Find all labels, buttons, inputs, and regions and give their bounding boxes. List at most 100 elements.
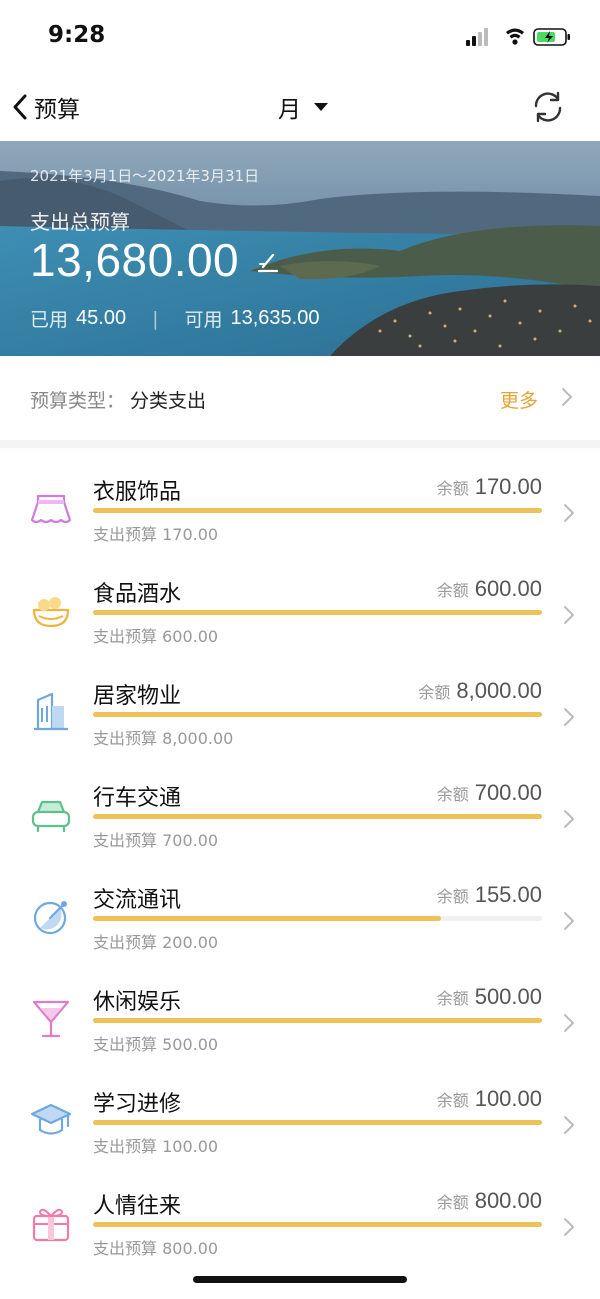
total-budget-label: 支出总预算 bbox=[30, 210, 130, 234]
budget-progress-bar bbox=[93, 508, 542, 513]
remaining-value: 100.00 bbox=[474, 1086, 542, 1111]
used-label: 已用 bbox=[30, 309, 69, 331]
category-name: 衣服饰品 bbox=[93, 480, 182, 505]
remaining-label: 余额 bbox=[436, 785, 469, 804]
available-label: 可用 bbox=[184, 309, 223, 331]
budget-progress-bar bbox=[93, 1222, 542, 1227]
budget-amount: 支出预算 200.00 bbox=[93, 933, 219, 952]
remaining-balance: 余额 700.00 bbox=[437, 780, 542, 806]
budget-summary-banner: 2021年3月1日～2021年3月31日 支出总预算 13,680.00 已用 … bbox=[0, 141, 600, 356]
category-name: 行车交通 bbox=[93, 786, 182, 811]
chevron-right-icon bbox=[562, 388, 572, 406]
list-item[interactable]: 学习进修 余额 100.00 支出预算 100.00 bbox=[0, 1060, 600, 1162]
chevron-right-icon bbox=[564, 810, 574, 828]
refresh-icon bbox=[534, 91, 562, 123]
list-item[interactable]: 交流通讯 余额 155.00 支出预算 200.00 bbox=[0, 856, 600, 958]
list-item[interactable]: 休闲娱乐 余额 500.00 支出预算 500.00 bbox=[0, 958, 600, 1060]
remaining-label: 余额 bbox=[436, 479, 469, 498]
list-item[interactable]: 行车交通 余额 700.00 支出预算 700.00 bbox=[0, 754, 600, 856]
building-icon bbox=[34, 692, 68, 731]
list-item[interactable]: 人情往来 余额 800.00 支出预算 800.00 bbox=[0, 1162, 600, 1264]
remaining-label: 余额 bbox=[436, 989, 469, 1008]
budget-progress-fill bbox=[93, 1222, 542, 1227]
category-name: 学习进修 bbox=[93, 1092, 182, 1117]
budget-amount: 支出预算 500.00 bbox=[93, 1035, 219, 1054]
remaining-balance: 余额 100.00 bbox=[437, 1086, 542, 1112]
remaining-value: 600.00 bbox=[474, 576, 542, 601]
graduation-cap-icon bbox=[30, 1103, 72, 1135]
remaining-balance: 余额 800.00 bbox=[437, 1188, 542, 1214]
gift-icon bbox=[32, 1208, 70, 1242]
budget-progress-fill bbox=[93, 814, 542, 819]
remaining-label: 余额 bbox=[436, 581, 469, 600]
chevron-left-icon bbox=[13, 94, 27, 120]
budget-type-row[interactable]: 预算类型： 分类支出 更多 bbox=[0, 356, 600, 440]
period-label: 月 bbox=[278, 97, 301, 123]
category-name: 交流通讯 bbox=[93, 888, 182, 913]
chevron-right-icon bbox=[564, 912, 574, 930]
budget-amount: 支出预算 800.00 bbox=[93, 1239, 219, 1258]
category-name: 休闲娱乐 bbox=[93, 990, 182, 1015]
remaining-value: 500.00 bbox=[474, 984, 542, 1009]
remaining-balance: 余额 8,000.00 bbox=[418, 678, 542, 704]
remaining-label: 余额 bbox=[436, 1091, 469, 1110]
remaining-value: 8,000.00 bbox=[456, 678, 542, 703]
signal-icon bbox=[466, 28, 488, 46]
refresh-button[interactable] bbox=[530, 89, 566, 125]
category-name: 食品酒水 bbox=[93, 582, 182, 607]
chevron-right-icon bbox=[564, 606, 574, 624]
remaining-value: 700.00 bbox=[474, 780, 542, 805]
remaining-balance: 余额 155.00 bbox=[437, 882, 542, 908]
budget-amount: 支出预算 8,000.00 bbox=[93, 729, 234, 748]
budget-progress-bar bbox=[93, 712, 542, 717]
status-bar: 9:28 bbox=[0, 0, 600, 75]
category-name: 居家物业 bbox=[93, 684, 182, 709]
budget-type-value: 分类支出 bbox=[130, 390, 207, 412]
remaining-balance: 余额 170.00 bbox=[437, 474, 542, 500]
remaining-label: 余额 bbox=[436, 1193, 469, 1212]
budget-amount: 支出预算 170.00 bbox=[93, 525, 219, 544]
remaining-label: 余额 bbox=[436, 887, 469, 906]
cocktail-icon bbox=[32, 1000, 70, 1038]
available-value: 13,635.00 bbox=[230, 307, 320, 329]
clothing-icon bbox=[30, 494, 72, 524]
home-indicator[interactable] bbox=[193, 1276, 407, 1283]
budget-progress-bar bbox=[93, 610, 542, 615]
remaining-label: 余额 bbox=[418, 683, 451, 702]
budget-progress-bar bbox=[93, 814, 542, 819]
budget-amount: 支出预算 600.00 bbox=[93, 627, 219, 646]
budget-progress-fill bbox=[93, 1018, 542, 1023]
budget-progress-fill bbox=[93, 712, 542, 717]
caret-down-icon bbox=[314, 103, 328, 111]
budget-progress-fill bbox=[93, 610, 542, 615]
period-selector[interactable]: 月 bbox=[278, 87, 333, 127]
chevron-right-icon bbox=[564, 708, 574, 726]
chevron-right-icon bbox=[564, 504, 574, 522]
budget-amount: 支出预算 700.00 bbox=[93, 831, 219, 850]
section-divider bbox=[0, 440, 600, 448]
budget-progress-bar bbox=[93, 1018, 542, 1023]
remaining-value: 800.00 bbox=[474, 1188, 542, 1213]
more-button[interactable]: 更多 bbox=[500, 386, 538, 413]
remaining-value: 170.00 bbox=[474, 474, 542, 499]
budget-progress-fill bbox=[93, 916, 441, 921]
remaining-balance: 余额 500.00 bbox=[437, 984, 542, 1010]
stats-separator: | bbox=[152, 307, 159, 330]
page-title: 预算 bbox=[34, 97, 80, 123]
list-item[interactable]: 居家物业 余额 8,000.00 支出预算 8,000.00 bbox=[0, 652, 600, 754]
total-budget-value: 13,680.00 bbox=[30, 234, 240, 286]
edit-icon[interactable] bbox=[255, 249, 281, 275]
nav-bar: 预算 月 bbox=[0, 75, 600, 141]
wifi-icon bbox=[506, 28, 524, 45]
list-item[interactable]: 食品酒水 余额 600.00 支出预算 600.00 bbox=[0, 550, 600, 652]
budget-progress-bar bbox=[93, 1120, 542, 1125]
list-item[interactable]: 衣服饰品 余额 170.00 支出预算 170.00 bbox=[0, 448, 600, 550]
budget-progress-bar bbox=[93, 916, 542, 921]
back-button[interactable]: 预算 bbox=[10, 87, 80, 127]
status-time: 9:28 bbox=[48, 22, 106, 48]
status-icons bbox=[466, 26, 576, 48]
budget-amount: 支出预算 100.00 bbox=[93, 1137, 219, 1156]
chevron-right-icon bbox=[564, 1116, 574, 1134]
remaining-balance: 余额 600.00 bbox=[437, 576, 542, 602]
category-name: 人情往来 bbox=[93, 1194, 182, 1219]
